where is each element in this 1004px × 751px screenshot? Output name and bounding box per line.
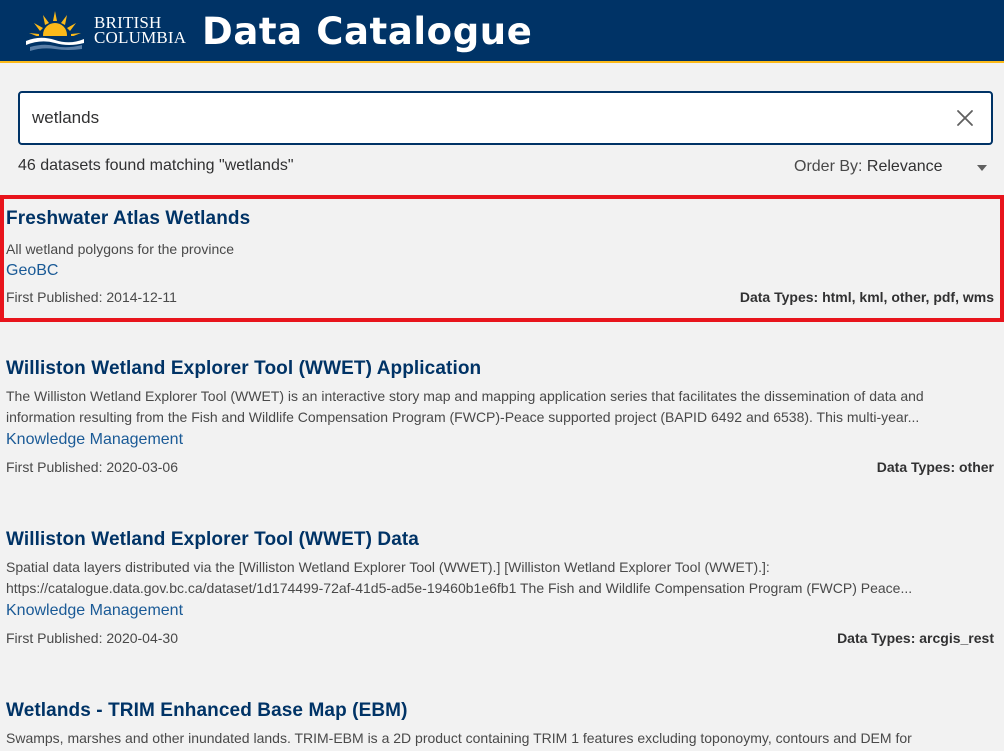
result-title[interactable]: Freshwater Atlas Wetlands xyxy=(6,208,250,230)
logo-line-2: COLUMBIA xyxy=(94,28,187,47)
result-description: The Williston Wetland Explorer Tool (WWE… xyxy=(6,388,924,425)
page-title: Data Catalogue xyxy=(202,10,533,53)
result-organization[interactable]: Knowledge Management xyxy=(6,602,183,620)
result-data-types: Data Types: other xyxy=(876,459,994,475)
result-card: Williston Wetland Explorer Tool (WWET) D… xyxy=(0,526,1004,666)
order-by-label: Order By: xyxy=(794,158,863,175)
chevron-down-icon xyxy=(977,165,987,171)
search-input[interactable] xyxy=(32,93,932,143)
result-data-types: Data Types: arcgis_rest xyxy=(837,630,994,646)
result-organization[interactable]: GeoBC xyxy=(6,262,58,280)
result-first-published: First Published: 2020-04-30 xyxy=(6,630,178,646)
result-description: All wetland polygons for the province xyxy=(6,241,235,257)
result-title[interactable]: Williston Wetland Explorer Tool (WWET) D… xyxy=(6,529,419,551)
order-by-value: Relevance xyxy=(866,158,943,175)
results-summary: 46 datasets found matching "wetlands" xyxy=(18,157,294,174)
search-box xyxy=(18,91,993,145)
result-first-published: First Published: 2014-12-11 xyxy=(6,289,177,305)
bc-gov-logo[interactable]: BRITISH COLUMBIA xyxy=(24,9,186,51)
result-description: Spatial data layers distributed via the … xyxy=(6,559,913,596)
result-description: Swamps, marshes and other inundated land… xyxy=(6,730,912,746)
result-organization[interactable]: Knowledge Management xyxy=(6,431,183,449)
logo-wordmark: BRITISH COLUMBIA xyxy=(94,14,187,47)
result-title[interactable]: Williston Wetland Explorer Tool (WWET) A… xyxy=(6,358,481,380)
result-data-types: Data Types: html, kml, other, pdf, wms xyxy=(739,289,994,305)
result-first-published: First Published: 2020-03-06 xyxy=(6,459,178,475)
result-card: Freshwater Atlas Wetlands All wetland po… xyxy=(0,195,1004,322)
order-by-select[interactable]: Order By: Relevance xyxy=(794,158,994,180)
app-header: BRITISH COLUMBIA Data Catalogue xyxy=(0,0,1004,63)
result-title[interactable]: Wetlands - TRIM Enhanced Base Map (EBM) xyxy=(6,700,408,722)
close-icon[interactable] xyxy=(953,106,977,130)
sun-mountain-icon xyxy=(24,11,86,51)
result-card: Wetlands - TRIM Enhanced Base Map (EBM) … xyxy=(0,697,1004,751)
result-card: Williston Wetland Explorer Tool (WWET) A… xyxy=(0,355,1004,495)
